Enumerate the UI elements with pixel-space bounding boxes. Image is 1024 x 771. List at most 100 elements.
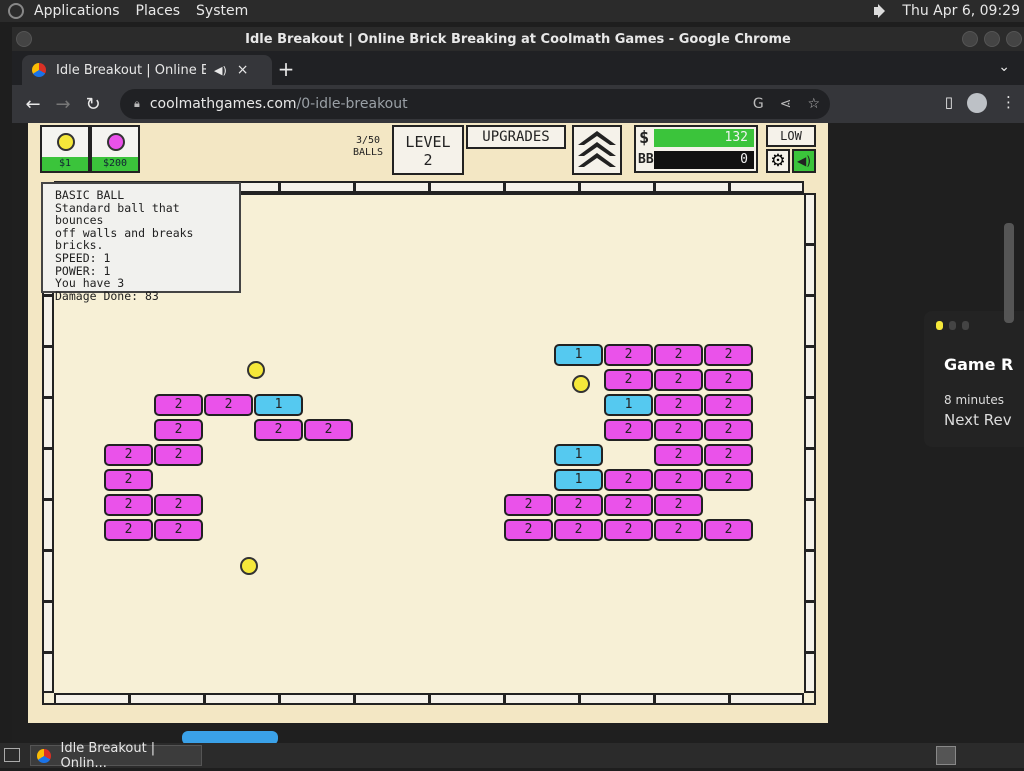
bb-value: 0: [654, 151, 754, 169]
places-menu[interactable]: Places: [136, 3, 181, 19]
brick[interactable]: 2: [654, 469, 703, 491]
carousel-dot[interactable]: [949, 321, 956, 330]
address-bar[interactable]: 🔒︎ coolmathgames.com/0-idle-breakout G ⋖…: [120, 89, 830, 119]
prestige-chevrons-icon: [578, 131, 616, 167]
brick[interactable]: 2: [604, 519, 653, 541]
money-value: 132: [654, 129, 754, 147]
brick[interactable]: 2: [704, 519, 753, 541]
upgrades-button[interactable]: UPGRADES: [466, 125, 566, 149]
profile-avatar-icon[interactable]: [967, 93, 987, 113]
brick[interactable]: 2: [304, 419, 353, 441]
brick[interactable]: 2: [554, 519, 603, 541]
reload-icon[interactable]: ↻: [78, 94, 108, 115]
brick[interactable]: 2: [104, 519, 153, 541]
bookmark-star-icon[interactable]: ☆: [807, 96, 820, 112]
carousel-dots: [936, 321, 969, 330]
brick[interactable]: 2: [654, 369, 703, 391]
tab-close-icon[interactable]: ×: [237, 62, 249, 78]
brick[interactable]: 2: [704, 419, 753, 441]
idle-breakout-game[interactable]: $1 $200 3/50 BALLS LEVEL 2 UPGRADES $ 13…: [28, 123, 828, 723]
brick[interactable]: 2: [154, 494, 203, 516]
carousel-dot[interactable]: [936, 321, 943, 330]
brick[interactable]: 2: [654, 444, 703, 466]
maximize-button[interactable]: [984, 31, 1000, 47]
balls-counter: 3/50 BALLS: [348, 135, 388, 159]
workspace-switcher[interactable]: [936, 746, 956, 765]
google-lens-icon[interactable]: G: [753, 96, 764, 112]
forward-arrow-icon[interactable]: →: [48, 94, 78, 115]
brick[interactable]: 2: [554, 494, 603, 516]
system-menu[interactable]: System: [196, 3, 248, 19]
tab-audio-icon[interactable]: ◀): [214, 64, 227, 77]
game-rewards-card[interactable]: Game R 8 minutes Next Rev: [924, 311, 1024, 447]
plasma-ball-icon: [107, 133, 125, 151]
brick[interactable]: 2: [154, 394, 203, 416]
window-titlebar: Idle Breakout | Online Brick Breaking at…: [12, 27, 1024, 51]
brick[interactable]: 2: [604, 494, 653, 516]
brick[interactable]: 2: [154, 519, 203, 541]
show-desktop-icon[interactable]: [4, 748, 20, 762]
brick[interactable]: 2: [604, 344, 653, 366]
window-menu-button[interactable]: [16, 31, 32, 47]
brick[interactable]: 2: [204, 394, 253, 416]
brick[interactable]: 2: [154, 444, 203, 466]
close-window-button[interactable]: [1006, 31, 1022, 47]
brick[interactable]: 2: [654, 344, 703, 366]
brick[interactable]: 2: [704, 394, 753, 416]
volume-icon[interactable]: [872, 3, 890, 19]
prestige-button[interactable]: [572, 125, 622, 175]
right-wall: [804, 193, 816, 693]
bb-label: BB: [638, 152, 654, 167]
buy-plasma-ball-button[interactable]: $200: [90, 125, 140, 173]
share-icon[interactable]: ⋖: [780, 96, 792, 112]
sound-toggle-icon[interactable]: ◀): [792, 149, 816, 173]
applications-menu[interactable]: Applications: [34, 3, 120, 19]
settings-gear-icon[interactable]: ⚙: [766, 149, 790, 173]
tab-idle-breakout[interactable]: Idle Breakout | Online Bric ◀) ×: [22, 55, 272, 85]
brick[interactable]: 2: [704, 369, 753, 391]
tooltip-owned: You have 3: [55, 276, 125, 291]
minimize-button[interactable]: [962, 31, 978, 47]
brick[interactable]: 1: [254, 394, 303, 416]
brick[interactable]: 2: [654, 394, 703, 416]
page-scrollbar[interactable]: [1004, 223, 1014, 323]
brick[interactable]: 1: [604, 394, 653, 416]
ball: [247, 361, 265, 379]
brick[interactable]: 2: [104, 469, 153, 491]
taskbar-chrome-task[interactable]: Idle Breakout | Onlin...: [30, 741, 202, 771]
brick[interactable]: 2: [654, 419, 703, 441]
lock-icon[interactable]: 🔒︎: [134, 97, 140, 111]
brick[interactable]: 2: [504, 494, 553, 516]
clock[interactable]: Thu Apr 6, 09:29: [902, 3, 1020, 19]
brick[interactable]: 1: [554, 444, 603, 466]
brick[interactable]: 2: [504, 519, 553, 541]
brick[interactable]: 2: [604, 469, 653, 491]
brick[interactable]: 2: [704, 469, 753, 491]
brick[interactable]: 2: [104, 494, 153, 516]
new-tab-button[interactable]: +: [274, 57, 298, 81]
side-panel-icon[interactable]: ▯: [945, 93, 953, 113]
quality-button[interactable]: LOW: [766, 125, 816, 147]
brick[interactable]: 2: [604, 369, 653, 391]
plasma-ball-price: $200: [92, 157, 138, 171]
tooltip-title: BASIC BALL: [55, 188, 125, 202]
kebab-menu-icon[interactable]: ⋮: [1001, 93, 1016, 113]
brick[interactable]: 2: [704, 344, 753, 366]
brick[interactable]: 1: [554, 344, 603, 366]
tab-search-chevron-icon[interactable]: ⌄: [998, 59, 1010, 75]
money-symbol: $: [639, 128, 650, 148]
gnome-logo-icon[interactable]: [8, 3, 24, 19]
balls-label: BALLS: [352, 147, 384, 158]
carousel-dot[interactable]: [962, 321, 969, 330]
brick[interactable]: 2: [254, 419, 303, 441]
brick[interactable]: 2: [704, 444, 753, 466]
brick[interactable]: 2: [104, 444, 153, 466]
brick[interactable]: 2: [654, 494, 703, 516]
chrome-icon: [37, 748, 51, 763]
brick[interactable]: 2: [154, 419, 203, 441]
brick[interactable]: 1: [554, 469, 603, 491]
brick[interactable]: 2: [604, 419, 653, 441]
brick[interactable]: 2: [654, 519, 703, 541]
buy-basic-ball-button[interactable]: $1: [40, 125, 90, 173]
back-arrow-icon[interactable]: ←: [18, 94, 48, 115]
